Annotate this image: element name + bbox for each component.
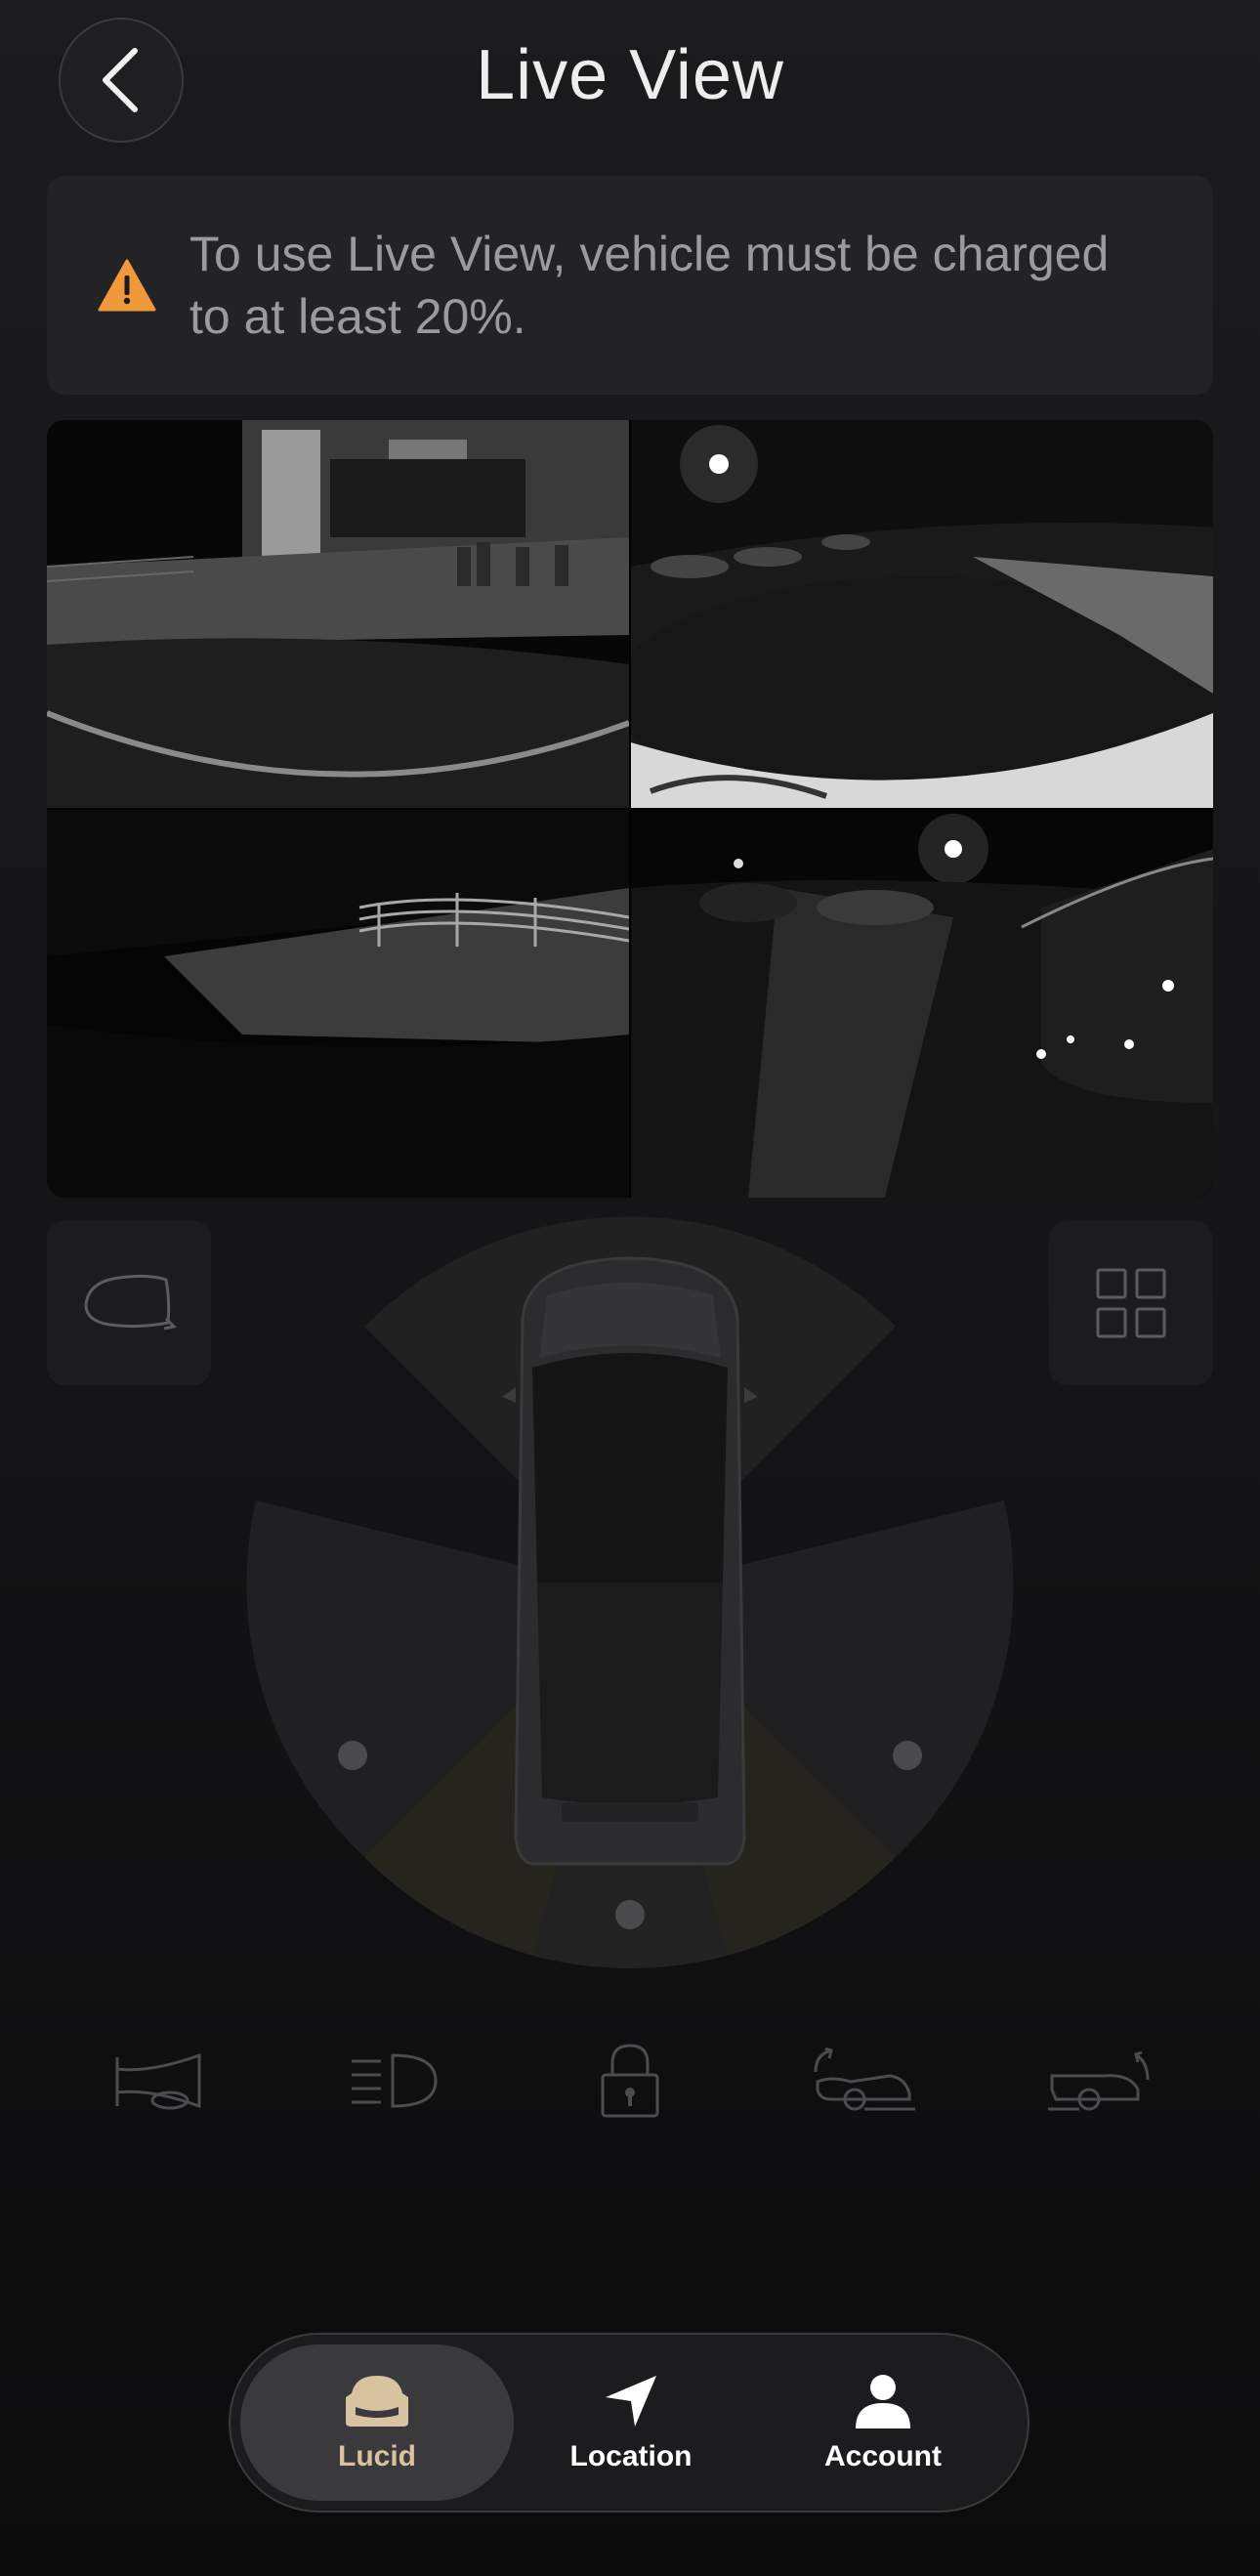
quick-actions <box>0 2032 1260 2130</box>
lock-icon <box>601 2044 659 2118</box>
warning-triangle-icon <box>98 259 156 312</box>
camera-feed-right[interactable] <box>631 420 1213 808</box>
rear-camera-dot <box>615 1900 645 1929</box>
nav-label: Account <box>824 2440 942 2472</box>
camera-coverage-view <box>234 1211 1026 1993</box>
camera-feed-left[interactable] <box>47 810 629 1198</box>
frunk-button[interactable] <box>807 2032 924 2130</box>
side-mirror-icon <box>84 1274 178 1330</box>
camera-grid <box>47 420 1213 1198</box>
car-icon <box>346 2376 408 2427</box>
grid-view-button[interactable] <box>1049 1221 1213 1385</box>
lock-button[interactable] <box>571 2032 689 2130</box>
location-arrow-icon <box>606 2376 656 2427</box>
nav-item-location[interactable]: Location <box>494 2344 768 2501</box>
left-camera-dot <box>338 1741 367 1770</box>
nav-item-lucid[interactable]: Lucid <box>240 2344 514 2501</box>
horn-button[interactable] <box>102 2032 219 2130</box>
nav-label: Location <box>569 2440 693 2472</box>
trunk-icon <box>1048 2050 1150 2111</box>
warning-message: To use Live View, vehicle must be charge… <box>189 227 1110 344</box>
car-icon <box>502 1256 758 1866</box>
trunk-button[interactable] <box>1041 2032 1158 2130</box>
frunk-icon <box>814 2047 915 2111</box>
headlights-button[interactable] <box>336 2032 453 2130</box>
camera-feed-front[interactable] <box>47 420 629 808</box>
nav-item-account[interactable]: Account <box>746 2344 1020 2501</box>
charge-warning-banner: To use Live View, vehicle must be charge… <box>47 176 1213 395</box>
page-title: Live View <box>476 36 784 114</box>
headlights-icon <box>352 2053 438 2108</box>
camera-feed-rear[interactable] <box>631 810 1213 1198</box>
horn-icon <box>115 2052 201 2110</box>
grid-view-icon <box>1096 1268 1166 1338</box>
person-icon <box>856 2375 910 2428</box>
mirror-view-button[interactable] <box>47 1221 211 1385</box>
bottom-nav: Lucid Location Account <box>229 2333 1029 2513</box>
right-camera-dot <box>893 1741 922 1770</box>
nav-label: Lucid <box>338 2440 416 2472</box>
